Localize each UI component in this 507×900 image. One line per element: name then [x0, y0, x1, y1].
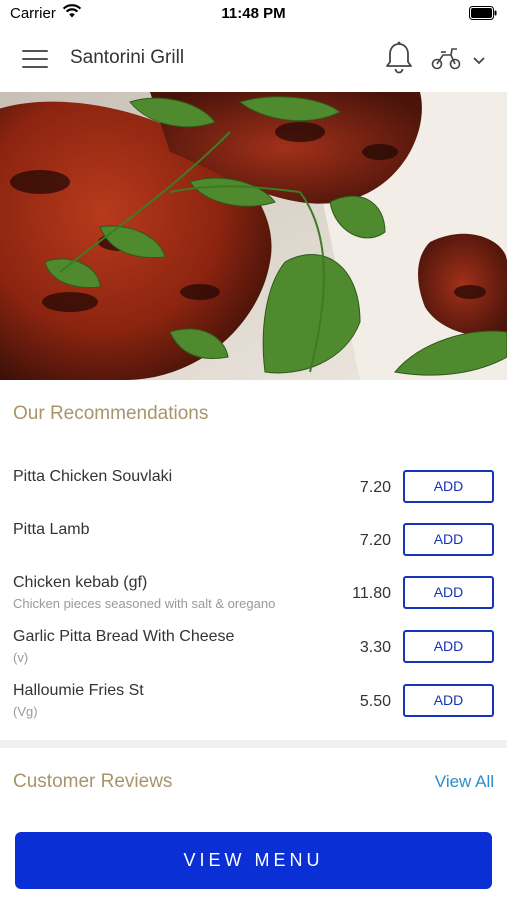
restaurant-title: Santorini Grill: [70, 47, 185, 68]
item-description: (Vg): [13, 704, 38, 719]
hamburger-menu-icon[interactable]: [22, 50, 48, 70]
battery-icon: [469, 6, 497, 24]
hero-food-image: [0, 92, 507, 380]
reviews-heading: Customer Reviews: [13, 771, 173, 792]
clock: 11:48 PM: [221, 5, 286, 22]
recommendations-heading: Our Recommendations: [13, 403, 209, 424]
section-divider: [0, 740, 507, 748]
add-button[interactable]: ADD: [403, 523, 494, 556]
item-price: 7.20: [359, 479, 391, 496]
item-description: Chicken pieces seasoned with salt & oreg…: [13, 596, 276, 611]
add-button[interactable]: ADD: [403, 576, 494, 609]
item-name: Chicken kebab (gf): [13, 574, 148, 591]
item-name: Halloumie Fries St: [13, 682, 144, 699]
app-header: Santorini Grill: [0, 28, 507, 92]
item-price: 11.80: [352, 585, 391, 602]
item-name: Garlic Pitta Bread With Cheese: [13, 628, 235, 645]
item-name: Pitta Chicken Souvlaki: [13, 468, 173, 485]
bell-icon[interactable]: [385, 41, 413, 80]
scooter-icon[interactable]: [430, 45, 462, 76]
menu-item: Chicken kebab (gf) Chicken pieces season…: [0, 574, 507, 626]
add-button[interactable]: ADD: [403, 684, 494, 717]
menu-item: Pitta Chicken Souvlaki 7.20 ADD: [0, 468, 507, 520]
item-price: 7.20: [359, 532, 391, 549]
item-price: 5.50: [359, 693, 391, 710]
add-button[interactable]: ADD: [403, 470, 494, 503]
view-all-reviews-link[interactable]: View All: [435, 772, 494, 792]
chevron-down-icon[interactable]: [472, 53, 486, 71]
menu-item: Pitta Lamb 7.20 ADD: [0, 521, 507, 573]
status-bar: Carrier 11:48 PM: [0, 0, 507, 28]
item-description: (v): [13, 650, 29, 665]
add-button[interactable]: ADD: [403, 630, 494, 663]
item-price: 3.30: [359, 639, 391, 656]
menu-item: Halloumie Fries St (Vg) 5.50 ADD: [0, 682, 507, 734]
menu-item: Garlic Pitta Bread With Cheese (v) 3.30 …: [0, 628, 507, 680]
item-name: Pitta Lamb: [13, 521, 90, 538]
view-menu-button[interactable]: VIEW MENU: [15, 832, 492, 889]
